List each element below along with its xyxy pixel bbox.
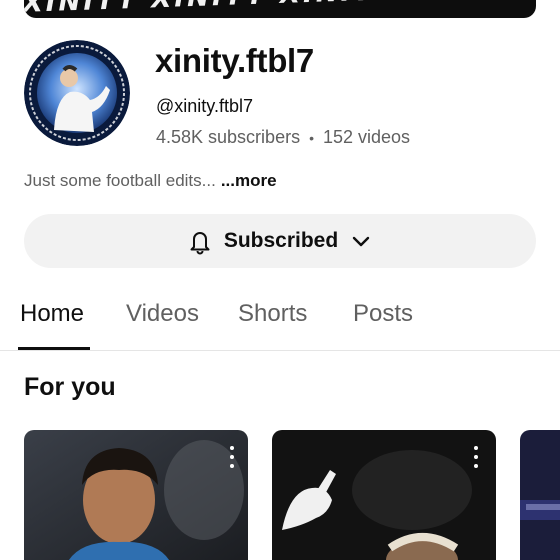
section-title: For you [24, 373, 116, 401]
chevron-down-icon [348, 228, 374, 254]
video-count: 152 videos [322, 127, 411, 147]
video-thumbnail-2 [272, 430, 496, 560]
more-vert-icon[interactable] [226, 446, 238, 468]
subscribed-button[interactable]: Subscribed [24, 214, 536, 268]
tab-home[interactable]: Home [20, 300, 84, 328]
channel-tabs: Home Videos Shorts Posts [0, 292, 560, 350]
channel-name: xinity.ftbl7 [155, 42, 314, 79]
description-text: Just some football edits... [24, 171, 216, 190]
bell-icon [186, 227, 214, 255]
channel-avatar[interactable] [24, 40, 130, 146]
channel-description[interactable]: Just some football edits... ...more [24, 171, 277, 191]
video-card-3[interactable] [520, 430, 560, 560]
tab-posts[interactable]: Posts [353, 300, 413, 328]
tabs-divider [0, 350, 560, 351]
channel-page: XINITY XINITY XINITY xinity.ftbl7 @xinit… [0, 0, 560, 560]
video-card-2[interactable] [272, 430, 496, 560]
video-thumbnail-3 [520, 430, 560, 560]
subscriber-count: 4.58K subscribers [156, 127, 301, 147]
subscribed-label: Subscribed [223, 229, 339, 252]
video-thumbnail-1 [24, 430, 248, 560]
more-link[interactable]: ...more [221, 171, 277, 191]
banner-text: XINITY XINITY XINITY [24, 0, 536, 18]
channel-banner[interactable]: XINITY XINITY XINITY [24, 0, 536, 18]
stats-separator: • [309, 129, 314, 146]
channel-handle: @xinity.ftbl7 [156, 96, 253, 116]
tab-videos[interactable]: Videos [126, 300, 199, 328]
channel-stats: 4.58K subscribers • 152 videos [156, 127, 410, 148]
video-card-1[interactable] [24, 430, 248, 560]
tab-shorts[interactable]: Shorts [238, 300, 307, 328]
more-vert-icon[interactable] [470, 446, 482, 468]
